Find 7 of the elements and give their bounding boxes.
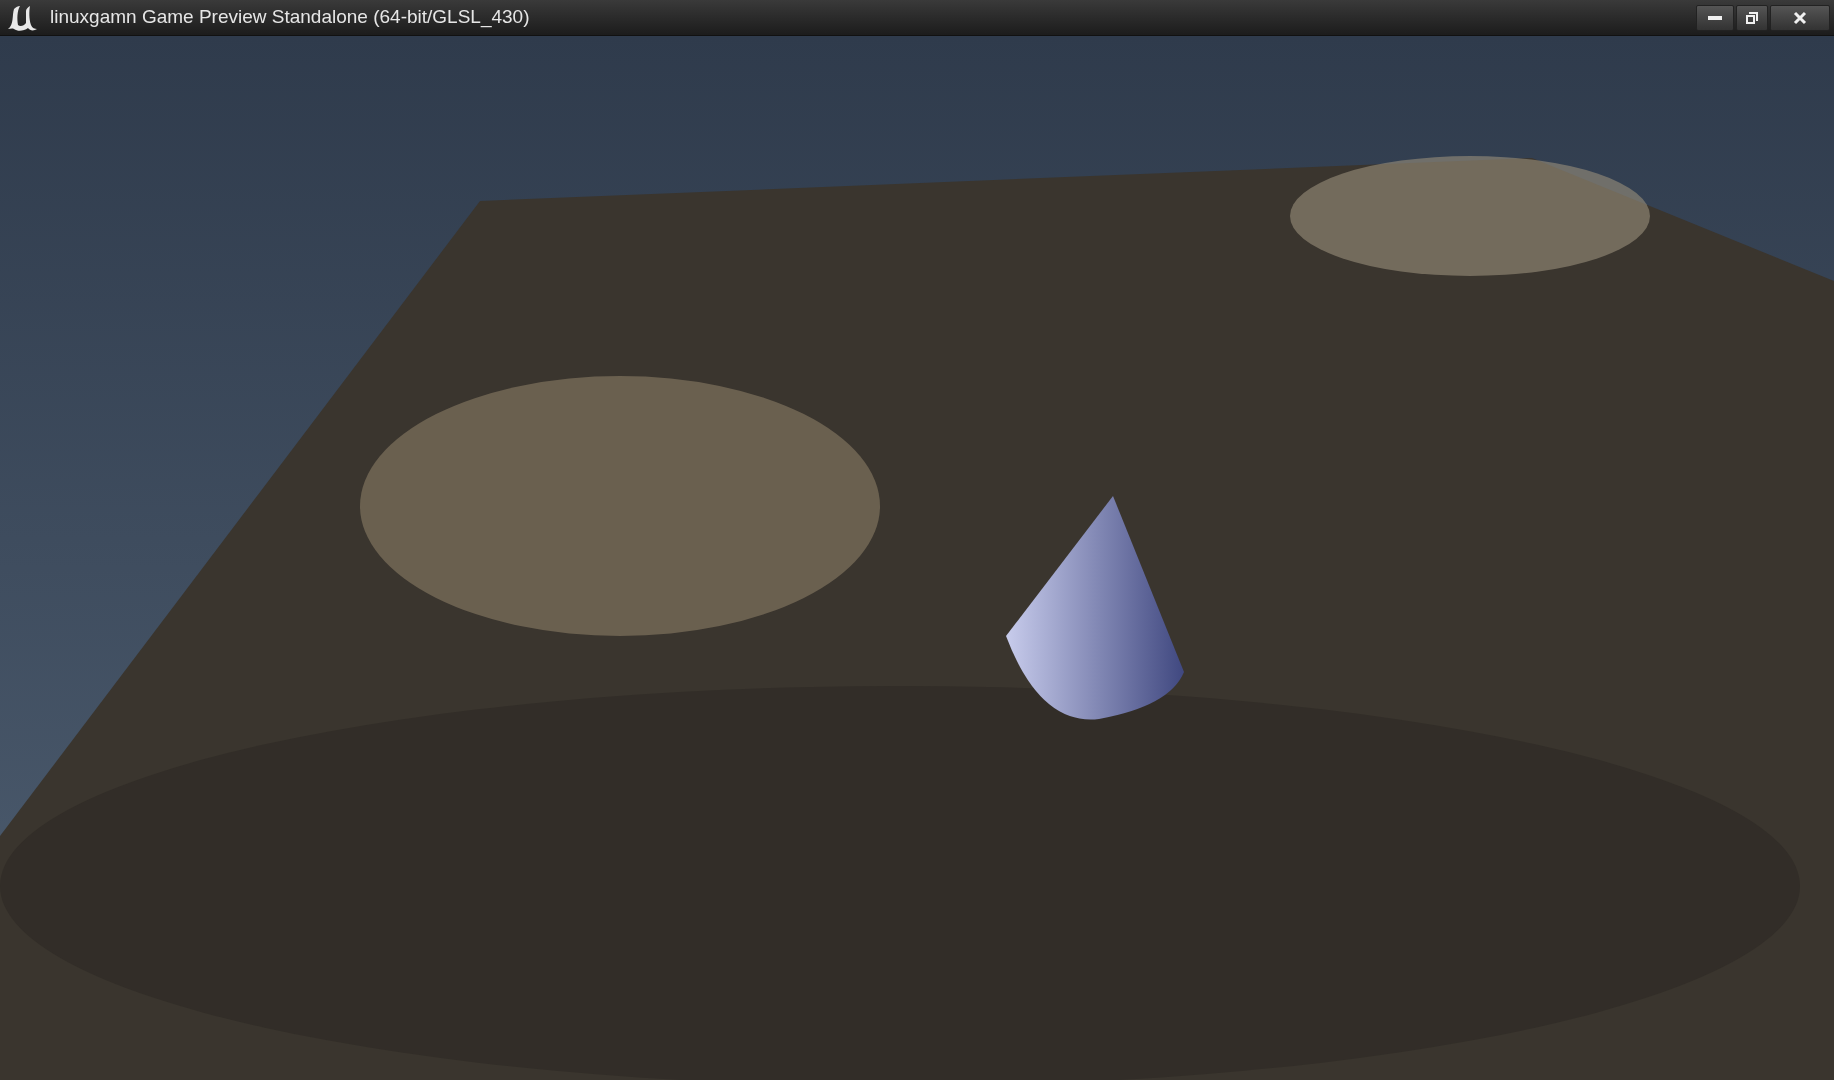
close-button[interactable] bbox=[1770, 4, 1830, 31]
restore-button[interactable] bbox=[1736, 4, 1768, 31]
minimize-icon bbox=[1708, 15, 1722, 20]
close-icon bbox=[1793, 10, 1807, 25]
restore-icon bbox=[1745, 10, 1759, 25]
minimize-button[interactable] bbox=[1696, 4, 1734, 31]
window-title: linuxgamn Game Preview Standalone (64-bit/GLSL_430) bbox=[50, 5, 530, 30]
